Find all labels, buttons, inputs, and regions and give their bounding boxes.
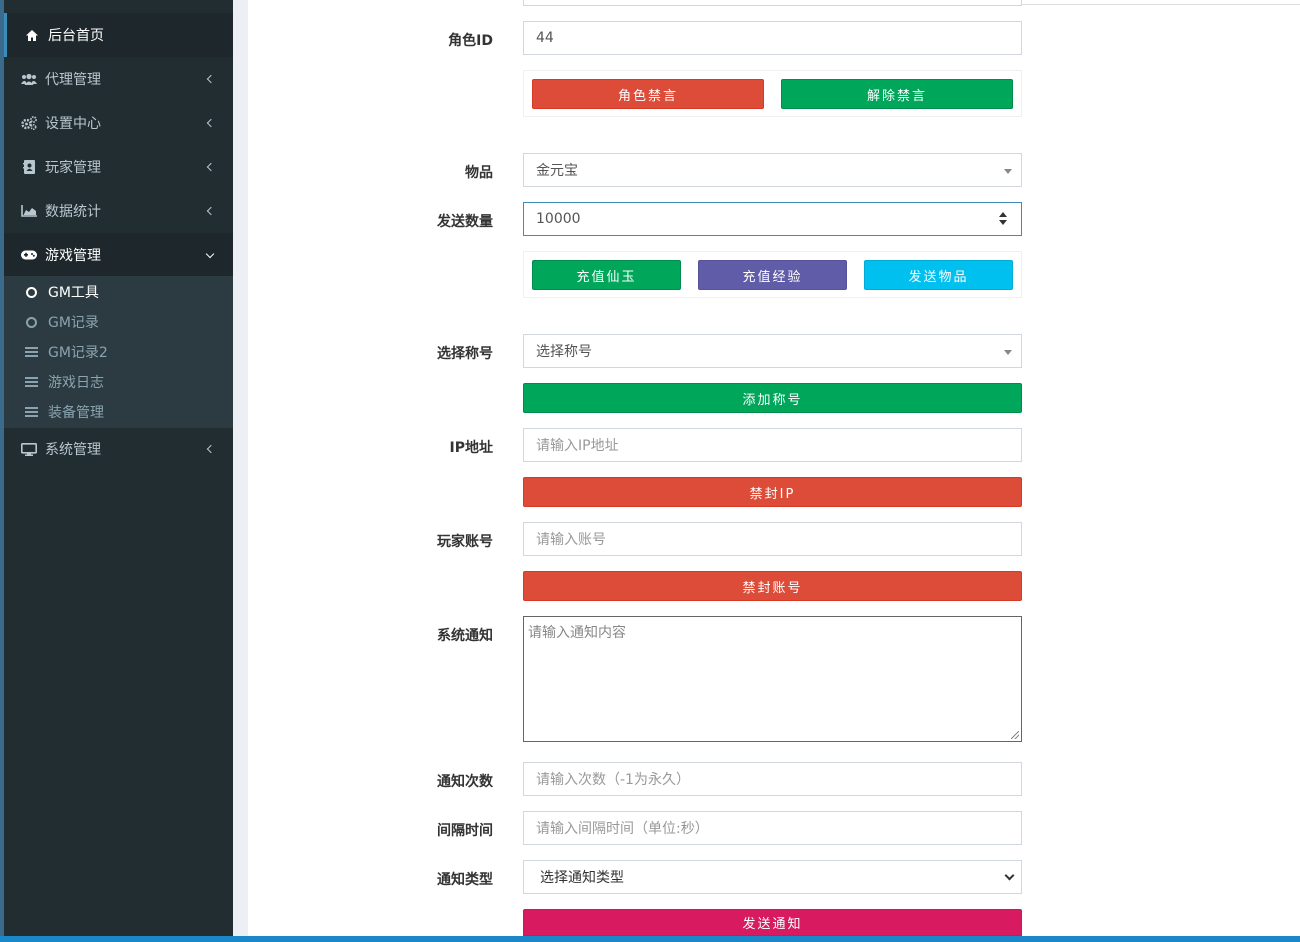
sidebar-item-label: 设置中心 — [45, 116, 101, 132]
ban-ip-button[interactable]: 禁封IP — [523, 477, 1022, 507]
send-notice-button[interactable]: 发送通知 — [523, 909, 1022, 936]
notice-textarea[interactable]: 请输入通知内容 — [523, 616, 1022, 742]
add-title-button[interactable]: 添加称号 — [523, 383, 1022, 413]
desktop-icon — [21, 442, 37, 456]
title-select-label: 选择称号 — [437, 346, 493, 362]
cogs-icon — [21, 116, 37, 130]
ip-input[interactable]: 请输入IP地址 — [523, 428, 1022, 462]
quantity-stepper[interactable]: 10000 — [523, 202, 1022, 236]
content-gutter — [233, 0, 248, 936]
games-submenu: GM工具 GM记录 GM记录2 游戏日志 装备管理 — [4, 276, 233, 428]
item-select[interactable]: 金元宝 — [523, 153, 1022, 187]
chevron-left-icon — [205, 118, 215, 128]
submenu-item-label: 游戏日志 — [48, 375, 104, 391]
role-id-label: 角色ID — [448, 33, 493, 49]
sidebar-item-system[interactable]: 系统管理 — [4, 427, 233, 471]
item-label: 物品 — [465, 165, 493, 181]
title-select[interactable]: 选择称号 — [523, 334, 1022, 368]
recharge-jade-button[interactable]: 充值仙玉 — [532, 260, 681, 290]
submenu-item-gm-records-2[interactable]: GM记录2 — [4, 337, 233, 367]
account-label: 玩家账号 — [437, 534, 493, 550]
send-item-button[interactable]: 发送物品 — [864, 260, 1013, 290]
sidebar-item-label: 数据统计 — [45, 204, 101, 220]
sidebar-item-settings[interactable]: 设置中心 — [4, 101, 233, 145]
unmute-button[interactable]: 解除禁言 — [781, 79, 1013, 109]
sidebar-item-label: 代理管理 — [45, 72, 101, 88]
sidebar: 后台首页 代理管理 设置中心 玩家管理 数据统计 游戏管理 GM工具 GM记录 … — [4, 0, 233, 936]
sidebar-item-label: 系统管理 — [45, 442, 101, 458]
chevron-left-icon — [205, 206, 215, 216]
circle-o-icon — [24, 285, 38, 299]
chevron-down-icon — [1004, 870, 1015, 881]
submenu-item-game-logs[interactable]: 游戏日志 — [4, 367, 233, 397]
notice-count-input[interactable]: 请输入次数（-1为永久） — [523, 762, 1022, 796]
sidebar-item-stats[interactable]: 数据统计 — [4, 189, 233, 233]
sidebar-item-players[interactable]: 玩家管理 — [4, 145, 233, 189]
chevron-left-icon — [205, 74, 215, 84]
previous-field[interactable] — [523, 0, 1022, 6]
sidebar-item-label: 后台首页 — [48, 28, 104, 44]
mute-button[interactable]: 角色禁言 — [532, 79, 764, 109]
ban-account-button[interactable]: 禁封账号 — [523, 571, 1022, 601]
caret-down-icon — [1004, 350, 1012, 355]
address-book-icon — [21, 160, 37, 174]
submenu-item-equipment[interactable]: 装备管理 — [4, 397, 233, 427]
interval-label: 间隔时间 — [437, 823, 493, 839]
list-icon — [24, 405, 38, 419]
users-icon — [21, 72, 37, 86]
sidebar-item-games[interactable]: 游戏管理 — [4, 233, 233, 277]
submenu-item-label: 装备管理 — [48, 405, 104, 421]
circle-o-icon — [24, 315, 38, 329]
home-icon — [24, 28, 40, 42]
chevron-left-icon — [205, 444, 215, 454]
caret-down-icon — [1004, 169, 1012, 174]
sidebar-item-label: 玩家管理 — [45, 160, 101, 176]
chevron-left-icon — [205, 162, 215, 172]
notice-type-select[interactable]: 选择通知类型 — [523, 860, 1022, 894]
notice-label: 系统通知 — [437, 628, 493, 644]
area-chart-icon — [21, 204, 37, 218]
resize-handle[interactable] — [1011, 731, 1019, 739]
submenu-item-label: GM工具 — [48, 285, 99, 301]
quantity-label: 发送数量 — [437, 214, 493, 230]
gamepad-icon — [21, 248, 37, 262]
list-icon — [24, 345, 38, 359]
sidebar-item-label: 游戏管理 — [45, 248, 101, 264]
sidebar-item-home[interactable]: 后台首页 — [4, 13, 233, 57]
account-input[interactable]: 请输入账号 — [523, 522, 1022, 556]
submenu-item-gm-records[interactable]: GM记录 — [4, 307, 233, 337]
recharge-exp-button[interactable]: 充值经验 — [698, 260, 847, 290]
chevron-down-icon — [205, 250, 215, 260]
notice-type-label: 通知类型 — [437, 872, 493, 888]
sidebar-item-agents[interactable]: 代理管理 — [4, 57, 233, 101]
notice-count-label: 通知次数 — [437, 774, 493, 790]
submenu-item-gm-tools[interactable]: GM工具 — [4, 277, 233, 307]
list-icon — [24, 375, 38, 389]
spinner-icon[interactable] — [999, 212, 1007, 226]
taskbar-edge — [0, 936, 1300, 942]
ip-label: IP地址 — [449, 440, 493, 456]
divider — [1022, 4, 1300, 5]
submenu-item-label: GM记录 — [48, 315, 99, 331]
role-id-input[interactable]: 44 — [523, 21, 1022, 55]
interval-input[interactable]: 请输入间隔时间（单位:秒） — [523, 811, 1022, 845]
submenu-item-label: GM记录2 — [48, 345, 108, 361]
